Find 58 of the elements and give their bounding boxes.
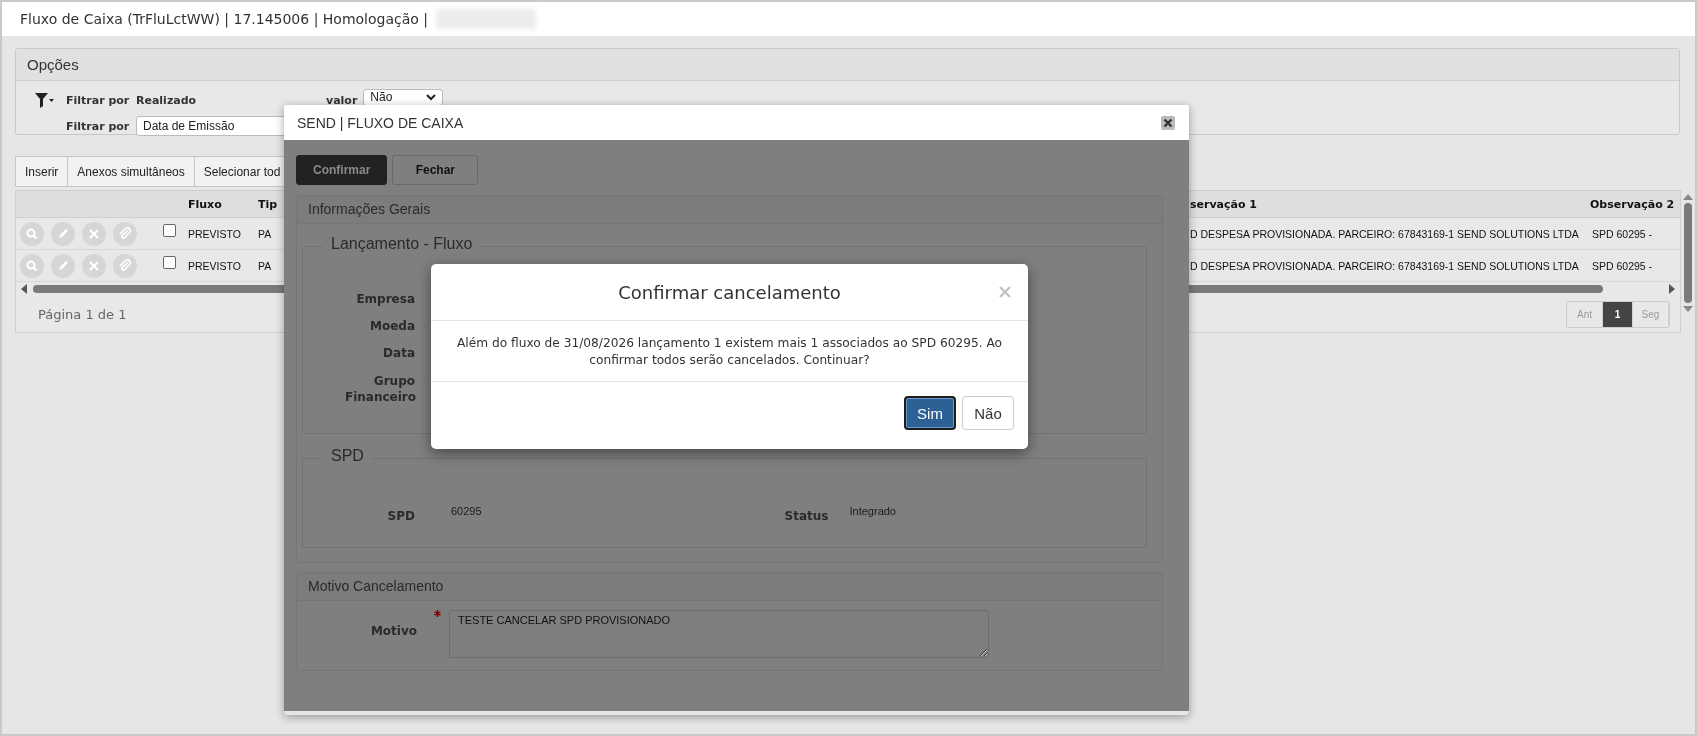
- column-header: Observação 2: [1589, 197, 1676, 211]
- field-label: SPD: [386, 508, 415, 523]
- panel-title: Motivo Cancelamento: [297, 573, 1162, 601]
- field-label: Empresa: [356, 292, 415, 306]
- scroll-right-icon[interactable]: [1668, 284, 1676, 294]
- panel-title: Informações Gerais: [297, 196, 1162, 224]
- table-cell-text: SPD 60295 -: [1591, 227, 1654, 240]
- reason-field[interactable]: TESTE CANCELAR SPD PROVISIONADO: [449, 610, 989, 658]
- toolbar-button[interactable]: Anexos simultâneos: [67, 156, 195, 187]
- column-header: Tip: [258, 197, 279, 211]
- pencil-icon[interactable]: [51, 221, 75, 246]
- field-label: Moeda: [370, 319, 415, 333]
- filter-label: Filtrar por: [66, 119, 131, 133]
- dialog-message: Além do fluxo de 31/08/2026 lançamento 1 existem mais 1 associados ao SPD 60295. Ao confirmar todos serão cancelados. Continuar?: [431, 321, 1028, 382]
- dialog-title: Confirmar cancelamento: [618, 281, 841, 303]
- confirm-button[interactable]: Confirmar: [296, 155, 388, 185]
- column-header: Fluxo: [188, 197, 223, 211]
- page-summary: Página 1 de 1: [38, 306, 127, 322]
- filter-value: Realizado: [136, 93, 198, 107]
- close-button[interactable]: Fechar: [392, 155, 479, 185]
- row-checkbox[interactable]: [163, 224, 176, 237]
- fieldset-legend: Lançamento - Fluxo: [323, 235, 481, 253]
- scroll-up-icon[interactable]: [1683, 193, 1693, 200]
- table-cell-text: D DESPESA PROVISIONADA. PARCEIRO: 67843169-1 SEND SOLUTIONS LTDA: [1189, 259, 1580, 272]
- search-icon[interactable]: [20, 221, 44, 246]
- yes-button[interactable]: Sim: [904, 396, 956, 430]
- filter-select[interactable]: Data de Emissão: [136, 116, 286, 136]
- caret-icon: [426, 93, 437, 101]
- column-header: servação 1: [1189, 197, 1258, 211]
- value-label: valor: [326, 93, 358, 107]
- page-button[interactable]: 1: [1603, 301, 1633, 327]
- dialog-title: SEND | FLUXO DE CAIXA: [297, 114, 464, 131]
- filter-label: Filtrar por: [66, 93, 131, 107]
- filter-icon[interactable]: [34, 91, 54, 109]
- value-select[interactable]: Não: [363, 88, 444, 106]
- scroll-down-icon[interactable]: [1683, 306, 1693, 313]
- pencil-icon[interactable]: [51, 253, 75, 278]
- table-cell-text: PREVISTO: [188, 259, 242, 272]
- window-title: Fluxo de Caixa (TrFluLctWW) | 17.145006 | Homologação |: [20, 11, 429, 27]
- search-icon[interactable]: [20, 253, 44, 278]
- close-icon[interactable]: [1161, 115, 1175, 130]
- panel-title: Opções: [16, 49, 1679, 81]
- table-cell-text: PA: [258, 259, 273, 272]
- no-button[interactable]: Não: [962, 396, 1014, 430]
- toolbar-button[interactable]: Inserir: [15, 156, 69, 187]
- field-label: Status: [783, 508, 829, 523]
- field-label: Motivo: [369, 623, 417, 638]
- paperclip-icon[interactable]: [113, 221, 137, 246]
- paperclip-icon[interactable]: [113, 253, 137, 278]
- field-label: Data: [383, 346, 415, 360]
- table-cell-text: SPD 60295 -: [1591, 259, 1654, 272]
- scrollbar-thumb[interactable]: [1684, 203, 1692, 303]
- row-checkbox[interactable]: [163, 256, 176, 269]
- table-cell-text: D DESPESA PROVISIONADA. PARCEIRO: 67843169-1 SEND SOLUTIONS LTDA: [1189, 227, 1580, 240]
- scroll-left-icon[interactable]: [20, 284, 28, 294]
- field-label: Grupo Financeiro: [345, 373, 415, 405]
- table-cell-text: PA: [258, 227, 273, 240]
- table-cell-text: PREVISTO: [188, 227, 242, 240]
